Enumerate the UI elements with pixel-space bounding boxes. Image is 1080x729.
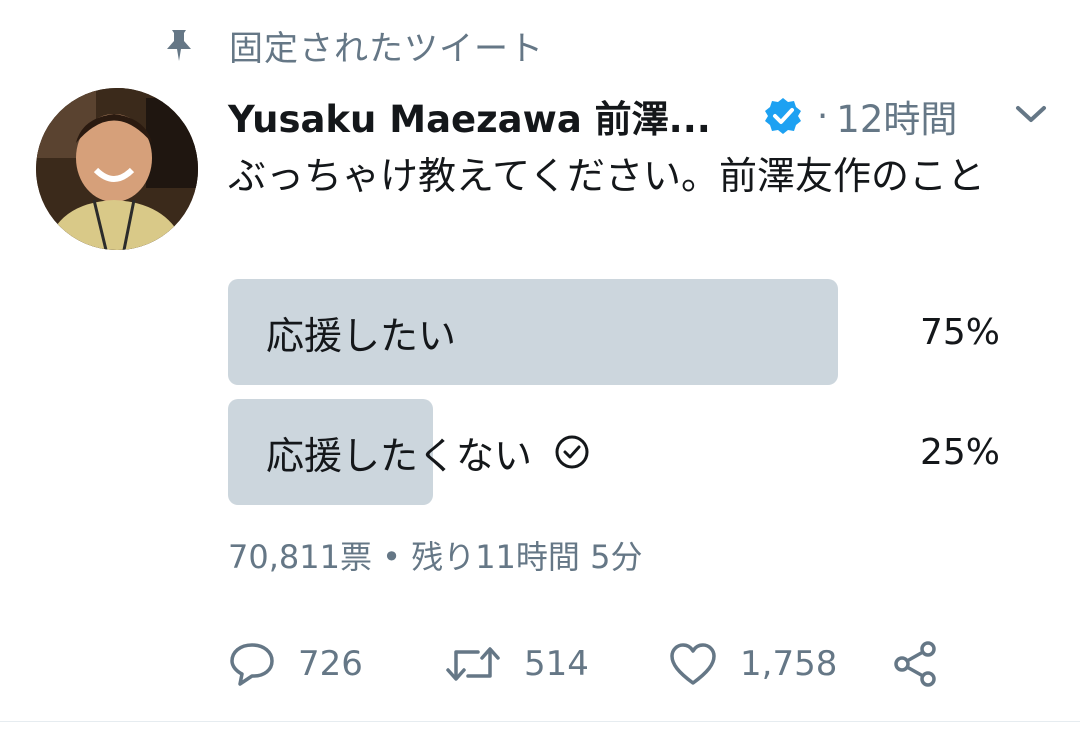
header-separator: · (816, 95, 829, 137)
reply-button[interactable]: 726 (228, 630, 363, 698)
author-name[interactable]: Yusaku Maezawa 前澤... (228, 89, 711, 143)
retweet-button[interactable]: 514 (444, 630, 589, 698)
poll-percent: 75% (919, 311, 1000, 353)
tweet-text: ぶっちゃけ教えてください。前澤友作のこと (228, 154, 985, 198)
share-icon (894, 641, 936, 687)
divider (0, 721, 1080, 722)
avatar[interactable] (36, 88, 198, 250)
share-button[interactable] (890, 630, 940, 698)
retweet-count: 514 (524, 644, 589, 684)
voted-check-icon (555, 435, 589, 469)
poll-option-label: 応援したい (266, 279, 456, 385)
pin-icon (167, 30, 191, 61)
avatar-image (36, 88, 198, 250)
poll-option-text: 応援したくない (266, 433, 533, 478)
tweet-header: Yusaku Maezawa 前澤... · 12時間 (228, 86, 1048, 146)
chevron-down-icon[interactable] (1014, 100, 1048, 128)
poll-option-label: 応援したくない (266, 399, 590, 505)
pinned-label: 固定されたツイート (229, 28, 544, 69)
action-bar: 726 514 1,758 (228, 630, 988, 698)
like-count: 1,758 (740, 644, 838, 684)
pinned-indicator: 固定されたツイート (165, 20, 544, 70)
like-button[interactable]: 1,758 (668, 630, 837, 698)
poll-option-support: 応援したい 75% (228, 279, 1000, 385)
poll-percent: 25% (919, 431, 1000, 473)
verified-badge-icon (764, 98, 801, 134)
heart-icon (670, 643, 716, 685)
reply-icon (230, 643, 274, 686)
reply-count: 726 (298, 644, 363, 684)
retweet-icon (446, 647, 500, 681)
poll-option-text: 応援したい (266, 313, 457, 358)
tweet-time[interactable]: 12時間 (836, 89, 957, 143)
poll-option-not-support: 応援したくない 25% (228, 399, 1000, 505)
poll-meta: 70,811票 • 残り11時間 5分 (228, 538, 643, 576)
